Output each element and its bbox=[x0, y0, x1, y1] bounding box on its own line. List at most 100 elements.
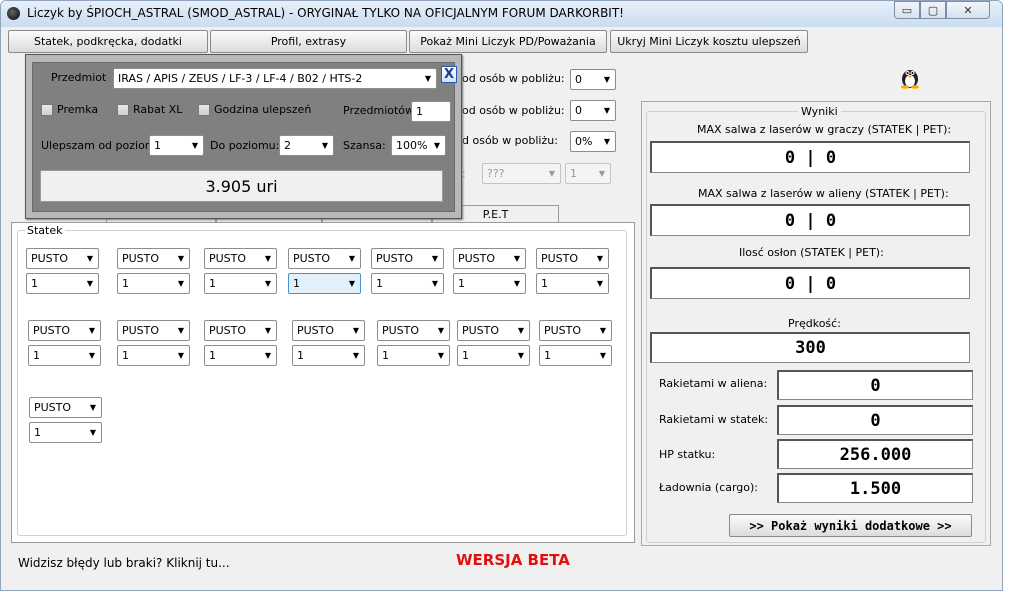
level-slot-select-13[interactable]: 1 ▼ bbox=[457, 345, 530, 366]
chevron-down-icon: ▼ bbox=[352, 326, 360, 335]
item-slot-select-6[interactable]: PUSTO ▼ bbox=[453, 248, 526, 269]
from-level-label: Ulepszam od poziomu: bbox=[41, 139, 167, 152]
popup-close-button[interactable]: X bbox=[441, 66, 457, 83]
chevron-down-icon: ▼ bbox=[88, 326, 96, 335]
slot-value: PUSTO bbox=[382, 324, 420, 337]
chevron-down-icon: ▼ bbox=[431, 279, 439, 288]
item-slot-select-9[interactable]: PUSTO ▼ bbox=[117, 320, 190, 341]
disabled-label: : bbox=[462, 167, 466, 180]
item-slot-select-13[interactable]: PUSTO ▼ bbox=[457, 320, 530, 341]
nearby-select-2[interactable]: 0 ▼ bbox=[570, 100, 616, 121]
level-slot-select-15[interactable]: 1 ▼ bbox=[29, 422, 102, 443]
chevron-down-icon: ▼ bbox=[596, 254, 604, 263]
slot-value: PUSTO bbox=[462, 324, 500, 337]
item-slot-select-2[interactable]: PUSTO ▼ bbox=[117, 248, 190, 269]
item-slot-select-10[interactable]: PUSTO ▼ bbox=[204, 320, 277, 341]
bug-report-link[interactable]: Widzisz błędy lub braki? Kliknij tu... bbox=[18, 556, 230, 570]
item-slot-select-8[interactable]: PUSTO ▼ bbox=[28, 320, 101, 341]
level-slot-select-4[interactable]: 1 ▼ bbox=[288, 273, 361, 294]
chevron-down-icon: ▼ bbox=[352, 351, 360, 360]
item-slot-select-3[interactable]: PUSTO ▼ bbox=[204, 248, 277, 269]
godzina-checkbox[interactable]: Godzina ulepszeń bbox=[198, 103, 311, 116]
rabat-checkbox[interactable]: Rabat XL bbox=[117, 103, 182, 116]
level-slot-select-12[interactable]: 1 ▼ bbox=[377, 345, 450, 366]
slot-value: 1 bbox=[544, 349, 551, 362]
upgrade-cost-popup: Przedmiot IRAS / APIS / ZEUS / LF-3 / LF… bbox=[25, 54, 462, 219]
chevron-down-icon: ▼ bbox=[86, 279, 94, 288]
chevron-down-icon: ▼ bbox=[348, 279, 356, 288]
chevron-down-icon: ▼ bbox=[89, 403, 97, 412]
to-level-select[interactable]: 2 ▼ bbox=[279, 135, 334, 156]
checkbox-box bbox=[41, 103, 53, 116]
checkbox-box bbox=[198, 103, 210, 116]
item-slot-select-11[interactable]: PUSTO ▼ bbox=[292, 320, 365, 341]
chevron-down-icon: ▼ bbox=[321, 141, 329, 150]
premka-checkbox[interactable]: Premka bbox=[41, 103, 98, 116]
nearby-select-1[interactable]: 0 ▼ bbox=[570, 69, 616, 90]
slot-value: 1 bbox=[34, 426, 41, 439]
item-slot-select-1[interactable]: PUSTO ▼ bbox=[26, 248, 99, 269]
chevron-down-icon: ▼ bbox=[177, 279, 185, 288]
chevron-down-icon: ▼ bbox=[264, 279, 272, 288]
item-slot-select-5[interactable]: PUSTO ▼ bbox=[371, 248, 444, 269]
slot-value: PUSTO bbox=[376, 252, 414, 265]
nearby-select-3[interactable]: 0% ▼ bbox=[570, 131, 616, 152]
level-slot-select-6[interactable]: 1 ▼ bbox=[453, 273, 526, 294]
hp-label: HP statku: bbox=[659, 448, 716, 461]
nearby-label-3: d osób w pobliżu: bbox=[462, 134, 558, 147]
from-level-select[interactable]: 1 ▼ bbox=[149, 135, 204, 156]
level-slot-select-3[interactable]: 1 ▼ bbox=[204, 273, 277, 294]
item-slot-select-7[interactable]: PUSTO ▼ bbox=[536, 248, 609, 269]
profile-tab-button[interactable]: Profil, extrasy bbox=[210, 30, 407, 53]
level-slot-select-10[interactable]: 1 ▼ bbox=[204, 345, 277, 366]
chevron-down-icon: ▼ bbox=[599, 351, 607, 360]
close-button[interactable]: ✕ bbox=[946, 1, 990, 19]
rockets-alien-value: 0 bbox=[777, 370, 973, 400]
minimize-button[interactable]: ▭ bbox=[894, 1, 920, 19]
item-slot-select-4[interactable]: PUSTO ▼ bbox=[288, 248, 361, 269]
window-title: Liczyk by ŚPIOCH_ASTRAL (SMOD_ASTRAL) - … bbox=[27, 6, 624, 20]
checkbox-box bbox=[117, 103, 129, 116]
ship-group-title: Statek bbox=[25, 224, 65, 237]
count-input[interactable]: 1 bbox=[411, 101, 451, 122]
max-aliens-value: 0 | 0 bbox=[650, 204, 970, 236]
chevron-down-icon: ▼ bbox=[596, 279, 604, 288]
max-players-value: 0 | 0 bbox=[650, 141, 970, 173]
chevron-down-icon: ▼ bbox=[424, 74, 432, 83]
app-icon bbox=[7, 7, 20, 20]
chevron-down-icon: ▼ bbox=[598, 169, 606, 178]
app-window: Liczyk by ŚPIOCH_ASTRAL (SMOD_ASTRAL) - … bbox=[0, 0, 1003, 591]
item-slot-select-12[interactable]: PUSTO ▼ bbox=[377, 320, 450, 341]
level-slot-select-1[interactable]: 1 ▼ bbox=[26, 273, 99, 294]
item-select[interactable]: IRAS / APIS / ZEUS / LF-3 / LF-4 / B02 /… bbox=[113, 68, 437, 89]
slot-value: PUSTO bbox=[541, 252, 579, 265]
item-slot-select-15[interactable]: PUSTO ▼ bbox=[29, 397, 102, 418]
ship-tab-button[interactable]: Statek, podkręcka, dodatki bbox=[8, 30, 208, 53]
level-slot-select-8[interactable]: 1 ▼ bbox=[28, 345, 101, 366]
chance-select[interactable]: 100% ▼ bbox=[391, 135, 446, 156]
maximize-button[interactable]: ▢ bbox=[920, 1, 946, 19]
level-slot-select-2[interactable]: 1 ▼ bbox=[117, 273, 190, 294]
chevron-down-icon: ▼ bbox=[513, 254, 521, 263]
max-players-label: MAX salwa z laserów w graczy (STATEK | P… bbox=[697, 123, 952, 136]
level-slot-select-9[interactable]: 1 ▼ bbox=[117, 345, 190, 366]
show-more-results-button[interactable]: >> Pokaż wyniki dodatkowe >> bbox=[729, 514, 972, 537]
disabled-select-1[interactable]: ??? ▼ bbox=[482, 163, 561, 184]
disabled-select-2[interactable]: 1 ▼ bbox=[565, 163, 611, 184]
hide-upgrade-calc-button[interactable]: Ukryj Mini Liczyk kosztu ulepszeń bbox=[610, 30, 808, 53]
level-slot-select-7[interactable]: 1 ▼ bbox=[536, 273, 609, 294]
show-mini-calc-button[interactable]: Pokaż Mini Liczyk PD/Poważania bbox=[409, 30, 607, 53]
hp-value: 256.000 bbox=[777, 439, 973, 469]
title-bar[interactable]: Liczyk by ŚPIOCH_ASTRAL (SMOD_ASTRAL) - … bbox=[1, 1, 1002, 27]
chevron-down-icon: ▼ bbox=[89, 428, 97, 437]
level-slot-select-11[interactable]: 1 ▼ bbox=[292, 345, 365, 366]
level-slot-select-5[interactable]: 1 ▼ bbox=[371, 273, 444, 294]
item-slot-select-14[interactable]: PUSTO ▼ bbox=[539, 320, 612, 341]
slot-value: PUSTO bbox=[544, 324, 582, 337]
level-slot-select-14[interactable]: 1 ▼ bbox=[539, 345, 612, 366]
slot-value: 1 bbox=[376, 277, 383, 290]
chevron-down-icon: ▼ bbox=[348, 254, 356, 263]
cargo-value: 1.500 bbox=[777, 473, 973, 503]
rockets-ship-label: Rakietami w statek: bbox=[659, 413, 769, 426]
chevron-down-icon: ▼ bbox=[264, 254, 272, 263]
